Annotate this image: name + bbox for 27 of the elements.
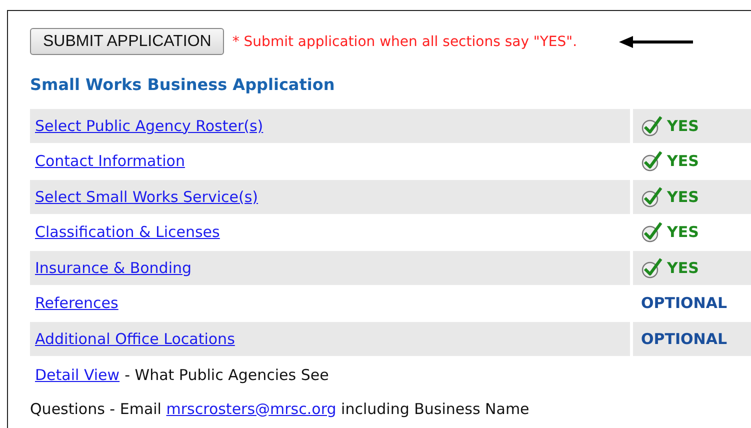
checkmark-icon — [641, 221, 663, 244]
section-link[interactable]: Select Small Works Service(s) — [35, 188, 258, 206]
section-link[interactable]: Classification & Licenses — [35, 223, 220, 242]
status-label: YES — [667, 223, 699, 242]
arrow-icon — [619, 36, 694, 48]
checkmark-icon — [641, 150, 663, 172]
section-link[interactable]: Insurance & Bonding — [35, 258, 192, 277]
status-label: OPTIONAL — [641, 294, 728, 312]
detail-description: - What Public Agencies See — [124, 366, 329, 384]
email-link[interactable]: mrscrosters@mrsc.org — [166, 400, 336, 418]
status-label: YES — [667, 116, 699, 135]
submit-application-button[interactable]: SUBMIT APPLICATION — [30, 28, 224, 55]
checkmark-icon — [641, 114, 663, 137]
section-link[interactable]: Contact Information — [35, 152, 185, 170]
page-title: Small Works Business Application — [30, 75, 336, 96]
status-label: YES — [667, 258, 699, 277]
section-link[interactable]: Select Public Agency Roster(s) — [35, 116, 264, 135]
section-link[interactable]: References — [35, 294, 118, 312]
questions-text: Questions - Email mrscrosters@mrsc.org including Business Name — [30, 400, 530, 418]
submit-note: * Submit application when all sections say "YES". — [232, 34, 578, 50]
status-label: OPTIONAL — [641, 330, 728, 348]
checkmark-icon — [641, 256, 663, 279]
section-link[interactable]: Additional Office Locations — [35, 330, 235, 348]
checkmark-icon — [641, 186, 663, 208]
detail-view-link[interactable]: Detail View — [35, 366, 120, 384]
status-label: YES — [667, 188, 699, 206]
status-label: YES — [667, 152, 699, 170]
